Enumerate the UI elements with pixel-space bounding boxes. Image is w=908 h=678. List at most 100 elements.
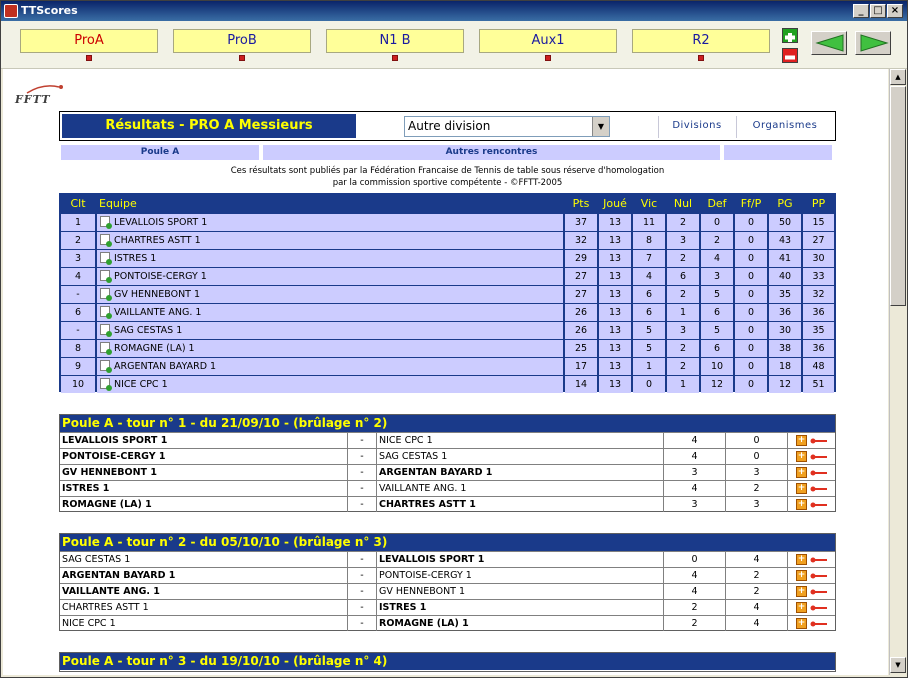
column-header-def[interactable]: Def [701, 195, 733, 212]
scroll-thumb[interactable] [890, 86, 906, 306]
key-icon[interactable] [810, 502, 828, 508]
expand-match-icon[interactable]: + [796, 554, 807, 565]
tab-marker-icon[interactable] [86, 55, 92, 61]
column-header-vic[interactable]: Vic [633, 195, 665, 212]
team-name-cell[interactable]: ISTRES 1 [97, 250, 563, 267]
standings-row[interactable]: 6 VAILLANTE ANG. 1 26 13 6 1 6 0 36 36 [61, 304, 834, 321]
team-detail-icon[interactable] [100, 288, 112, 301]
match-row[interactable]: ARGENTAN BAYARD 1- PONTOISE-CERGY 1 4 2 + [60, 567, 835, 583]
expand-match-icon[interactable]: + [796, 570, 807, 581]
poule-nav-link[interactable]: Poule A [61, 145, 259, 160]
standings-row[interactable]: - SAG CESTAS 1 26 13 5 3 5 0 30 35 [61, 322, 834, 339]
standings-row[interactable]: 4 PONTOISE-CERGY 1 27 13 4 6 3 0 40 33 [61, 268, 834, 285]
match-row[interactable]: VAILLANTE ANG. 1- GV HENNEBONT 1 4 2 + [60, 583, 835, 599]
column-header-pg[interactable]: PG [769, 195, 801, 212]
team-detail-icon[interactable] [100, 342, 112, 355]
team-name-cell[interactable]: VAILLANTE ANG. 1 [97, 304, 563, 321]
team-name[interactable]: LEVALLOIS SPORT 1 [114, 217, 207, 228]
team-detail-icon[interactable] [100, 252, 112, 265]
standings-row[interactable]: - GV HENNEBONT 1 27 13 6 2 5 0 35 32 [61, 286, 834, 303]
scroll-up-button[interactable]: ▲ [890, 69, 906, 85]
team-name[interactable]: SAG CESTAS 1 [114, 325, 182, 336]
scroll-down-button[interactable]: ▼ [890, 657, 906, 673]
team-name[interactable]: ISTRES 1 [114, 253, 156, 264]
expand-match-icon[interactable]: + [796, 602, 807, 613]
chevron-down-icon[interactable]: ▼ [592, 117, 609, 136]
remove-division-icon[interactable] [782, 48, 798, 63]
team-name-cell[interactable]: ROMAGNE (LA) 1 [97, 340, 563, 357]
standings-row[interactable]: 10 NICE CPC 1 14 13 0 1 12 0 12 51 [61, 376, 834, 393]
key-icon[interactable] [810, 438, 828, 444]
column-header-nul[interactable]: Nul [667, 195, 699, 212]
key-icon[interactable] [810, 470, 828, 476]
team-name-cell[interactable]: ARGENTAN BAYARD 1 [97, 358, 563, 375]
previous-arrow-button[interactable] [811, 31, 847, 55]
team-detail-icon[interactable] [100, 324, 112, 337]
division-tab-prob[interactable]: ProB [173, 29, 311, 53]
team-name[interactable]: CHARTRES ASTT 1 [114, 235, 201, 246]
match-row[interactable]: ISTRES 1- VAILLANTE ANG. 1 4 2 + [60, 480, 835, 496]
team-name[interactable]: GV HENNEBONT 1 [114, 289, 200, 300]
standings-row[interactable]: 1 LEVALLOIS SPORT 1 37 13 11 2 0 0 50 15 [61, 214, 834, 231]
team-detail-icon[interactable] [100, 234, 112, 247]
division-tab-n1b[interactable]: N1 B [326, 29, 464, 53]
team-name-cell[interactable]: CHARTRES ASTT 1 [97, 232, 563, 249]
team-name-cell[interactable]: NICE CPC 1 [97, 376, 563, 393]
expand-match-icon[interactable]: + [796, 483, 807, 494]
team-name[interactable]: NICE CPC 1 [114, 379, 168, 390]
division-tab-aux1[interactable]: Aux1 [479, 29, 617, 53]
match-row[interactable]: PONTOISE-CERGY 1- SAG CESTAS 1 4 0 + [60, 448, 835, 464]
team-detail-icon[interactable] [100, 360, 112, 373]
maximize-button[interactable]: □ [870, 4, 886, 18]
close-button[interactable]: × [887, 4, 903, 18]
tab-marker-icon[interactable] [545, 55, 551, 61]
column-header-pp[interactable]: PP [803, 195, 834, 212]
expand-match-icon[interactable]: + [796, 435, 807, 446]
divisions-link[interactable]: Divisions [660, 114, 734, 138]
title-bar[interactable]: TTScores _ □ × [1, 1, 907, 21]
tab-marker-icon[interactable] [239, 55, 245, 61]
standings-row[interactable]: 9 ARGENTAN BAYARD 1 17 13 1 2 10 0 18 48 [61, 358, 834, 375]
team-name[interactable]: PONTOISE-CERGY 1 [114, 271, 207, 282]
standings-row[interactable]: 8 ROMAGNE (LA) 1 25 13 5 2 6 0 38 36 [61, 340, 834, 357]
team-name[interactable]: VAILLANTE ANG. 1 [114, 307, 201, 318]
division-select[interactable]: Autre division ▼ [404, 116, 610, 137]
match-row[interactable]: ROMAGNE (LA) 1- CHARTRES ASTT 1 3 3 + [60, 496, 835, 512]
key-icon[interactable] [810, 589, 828, 595]
team-detail-icon[interactable] [100, 378, 112, 391]
column-header-joue[interactable]: Joué [599, 195, 631, 212]
team-name-cell[interactable]: PONTOISE-CERGY 1 [97, 268, 563, 285]
next-arrow-button[interactable] [855, 31, 891, 55]
match-row[interactable]: NICE CPC 1- ROMAGNE (LA) 1 2 4 + [60, 615, 835, 631]
standings-row[interactable]: 2 CHARTRES ASTT 1 32 13 8 3 2 0 43 27 [61, 232, 834, 249]
autres-rencontres-link[interactable]: Autres rencontres [263, 145, 720, 160]
vertical-scrollbar[interactable]: ▲ ▼ [889, 69, 906, 675]
key-icon[interactable] [810, 605, 828, 611]
tab-marker-icon[interactable] [698, 55, 704, 61]
key-icon[interactable] [810, 573, 828, 579]
team-detail-icon[interactable] [100, 216, 112, 229]
match-row[interactable]: GV HENNEBONT 1- ARGENTAN BAYARD 1 3 3 + [60, 464, 835, 480]
expand-match-icon[interactable]: + [796, 618, 807, 629]
column-header-clt[interactable]: Clt [61, 195, 95, 212]
match-row[interactable]: SAG CESTAS 1- LEVALLOIS SPORT 1 0 4 + [60, 551, 835, 567]
add-division-icon[interactable] [782, 28, 798, 43]
expand-match-icon[interactable]: + [796, 499, 807, 510]
division-tab-proa[interactable]: ProA [20, 29, 158, 53]
organismes-link[interactable]: Organismes [738, 114, 832, 138]
team-name[interactable]: ROMAGNE (LA) 1 [114, 343, 195, 354]
expand-match-icon[interactable]: + [796, 451, 807, 462]
standings-row[interactable]: 3 ISTRES 1 29 13 7 2 4 0 41 30 [61, 250, 834, 267]
tab-marker-icon[interactable] [392, 55, 398, 61]
key-icon[interactable] [810, 557, 828, 563]
team-name[interactable]: ARGENTAN BAYARD 1 [114, 361, 216, 372]
match-row[interactable]: CHARTRES ASTT 1- ISTRES 1 2 4 + [60, 599, 835, 615]
key-icon[interactable] [810, 486, 828, 492]
division-tab-r2[interactable]: R2 [632, 29, 770, 53]
match-row[interactable]: LEVALLOIS SPORT 1- NICE CPC 1 4 0 + [60, 432, 835, 448]
minimize-button[interactable]: _ [853, 4, 869, 18]
key-icon[interactable] [810, 454, 828, 460]
column-header-pts[interactable]: Pts [565, 195, 597, 212]
team-name-cell[interactable]: GV HENNEBONT 1 [97, 286, 563, 303]
column-header-equipe[interactable]: Equipe [97, 195, 563, 212]
